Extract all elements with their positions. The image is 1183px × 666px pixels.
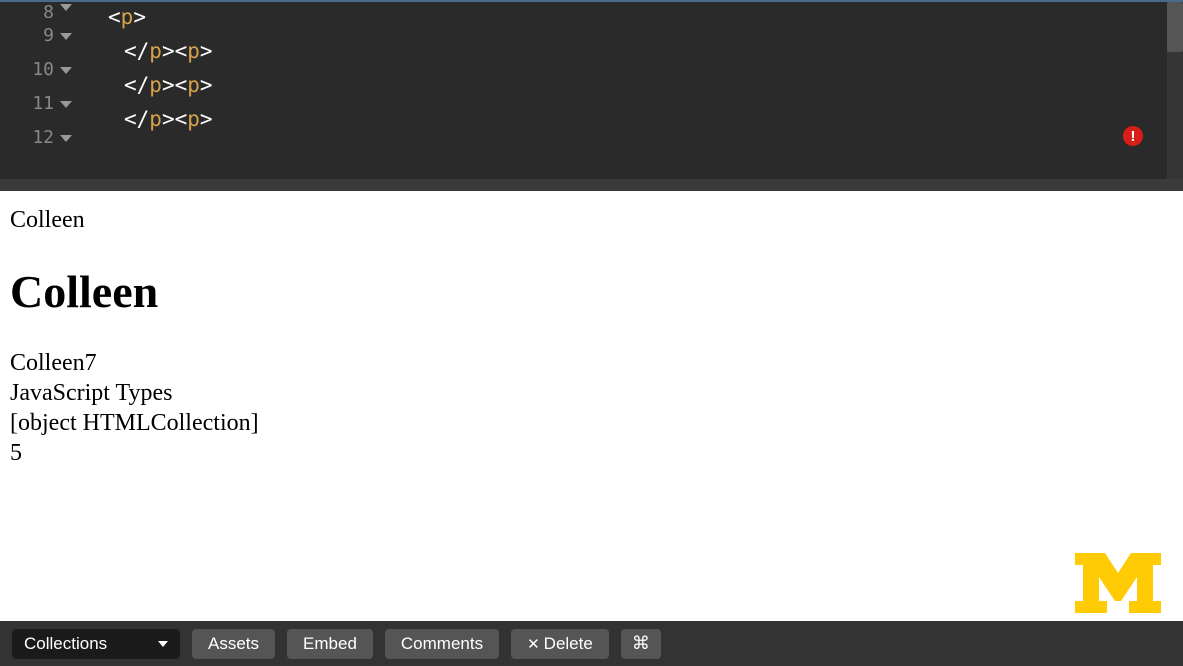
close-icon: ✕ xyxy=(527,635,540,653)
fold-arrow-icon[interactable] xyxy=(60,101,72,108)
line-number: 9 xyxy=(43,25,54,46)
code-line[interactable]: <p> xyxy=(80,2,1183,34)
comments-button[interactable]: Comments xyxy=(385,629,499,659)
gutter-row: 12 xyxy=(0,120,80,154)
collections-dropdown[interactable]: Collections xyxy=(12,629,180,659)
preview-text: JavaScript Types xyxy=(10,378,1173,408)
gutter-row: 10 xyxy=(0,52,80,86)
line-number: 11 xyxy=(32,93,54,114)
line-number: 12 xyxy=(32,127,54,148)
error-icon[interactable]: ! xyxy=(1123,126,1143,146)
preview-pane: Colleen Colleen Colleen7 JavaScript Type… xyxy=(0,191,1183,621)
preview-text: [object HTMLCollection] xyxy=(10,408,1173,438)
code-editor-pane[interactable]: 89101112 <body><p></p><p></p><p></p><p> … xyxy=(0,2,1183,179)
code-line[interactable]: </p><p> xyxy=(80,34,1183,68)
editor-scrollbar[interactable] xyxy=(1167,2,1183,179)
preview-text: Colleen xyxy=(10,205,1173,235)
bottom-toolbar: Collections Assets Embed Comments ✕ Dele… xyxy=(0,621,1183,666)
fold-arrow-icon[interactable] xyxy=(60,67,72,74)
preview-text: 5 xyxy=(10,438,1173,468)
dropdown-label: Collections xyxy=(24,634,107,654)
brand-logo-icon xyxy=(1075,553,1161,613)
embed-button[interactable]: Embed xyxy=(287,629,373,659)
line-number: 8 xyxy=(43,2,54,18)
fold-arrow-icon[interactable] xyxy=(60,135,72,142)
gutter-row: 9 xyxy=(0,18,80,52)
keyboard-shortcuts-button[interactable]: ⌘ xyxy=(621,629,661,659)
delete-label: Delete xyxy=(544,634,593,654)
scrollbar-thumb[interactable] xyxy=(1167,2,1183,52)
pane-separator[interactable] xyxy=(0,179,1183,191)
fold-arrow-icon[interactable] xyxy=(60,4,72,11)
line-number: 10 xyxy=(32,59,54,80)
preview-text: Colleen7 xyxy=(10,348,1173,378)
gutter-row: 11 xyxy=(0,86,80,120)
assets-button[interactable]: Assets xyxy=(192,629,275,659)
code-area[interactable]: <body><p></p><p></p><p></p><p> xyxy=(80,2,1183,179)
code-line[interactable]: </p><p> xyxy=(80,102,1183,136)
editor-gutter: 8 9 10 11 12 xyxy=(0,2,80,179)
preview-heading: Colleen xyxy=(10,265,1173,318)
chevron-down-icon xyxy=(158,641,168,647)
code-line[interactable]: </p><p> xyxy=(80,68,1183,102)
fold-arrow-icon[interactable] xyxy=(60,33,72,40)
gutter-row: 8 xyxy=(0,2,80,18)
delete-button[interactable]: ✕ Delete xyxy=(511,629,609,659)
